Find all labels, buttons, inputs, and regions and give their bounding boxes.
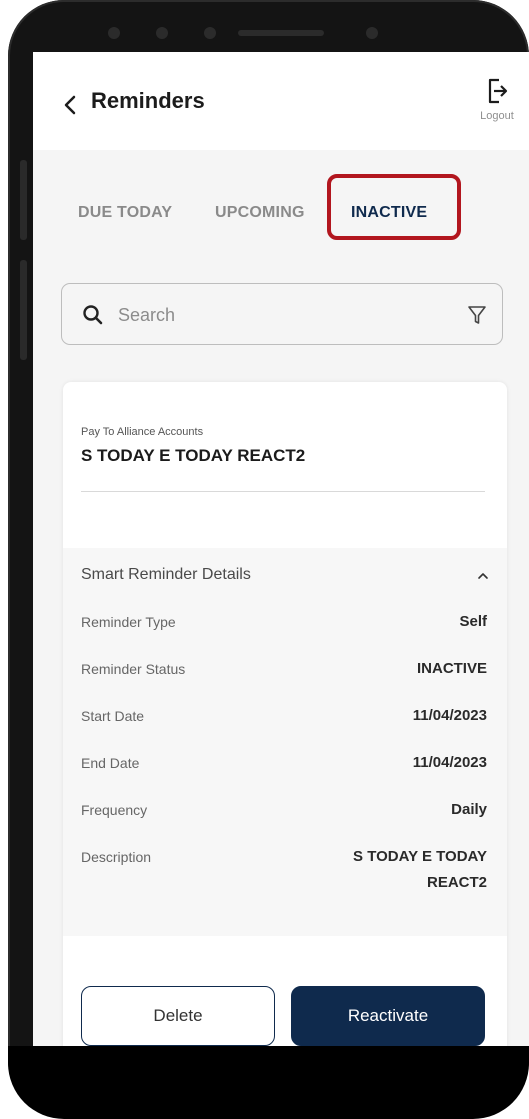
phone-device: Reminders Logout DUE TODAY UPCOMING INAC… bbox=[0, 0, 529, 1119]
logout-label: Logout bbox=[480, 110, 514, 122]
reminder-status-label: Reminder Status bbox=[81, 661, 186, 677]
speaker-grille bbox=[238, 30, 324, 36]
chevron-left-icon bbox=[64, 95, 76, 115]
tab-upcoming[interactable]: UPCOMING bbox=[215, 204, 305, 222]
sensor-dot bbox=[204, 27, 216, 39]
end-date-label: End Date bbox=[81, 755, 140, 771]
back-button[interactable] bbox=[59, 92, 81, 118]
end-date-value: 11/04/2023 bbox=[412, 754, 487, 771]
app-header: Reminders Logout bbox=[33, 52, 529, 150]
reminder-type-value: Self bbox=[459, 613, 487, 630]
description-value-line2: REACT2 bbox=[426, 874, 487, 891]
phone-bottom-bezel bbox=[8, 1046, 529, 1119]
payee-category-label: Pay To Alliance Accounts bbox=[81, 426, 204, 438]
start-date-value: 11/04/2023 bbox=[412, 707, 487, 724]
phone-side-button bbox=[20, 260, 27, 360]
filter-icon[interactable] bbox=[466, 303, 488, 327]
description-value-line1: S TODAY E TODAY bbox=[353, 848, 487, 865]
page-title: Reminders bbox=[91, 88, 205, 113]
front-camera bbox=[366, 27, 378, 39]
collapse-button[interactable] bbox=[473, 566, 493, 586]
reminder-card: Pay To Alliance Accounts S TODAY E TODAY… bbox=[63, 382, 507, 1046]
search-input[interactable] bbox=[116, 294, 450, 336]
tab-due-today[interactable]: DUE TODAY bbox=[78, 204, 172, 222]
reactivate-button[interactable]: Reactivate bbox=[291, 986, 485, 1046]
search-box bbox=[61, 283, 503, 345]
phone-side-button bbox=[20, 160, 27, 240]
delete-button[interactable]: Delete bbox=[81, 986, 275, 1046]
reminder-type-label: Reminder Type bbox=[81, 614, 176, 630]
frequency-value: Daily bbox=[451, 801, 487, 818]
sensor-dot bbox=[156, 27, 168, 39]
card-divider bbox=[81, 491, 485, 492]
start-date-label: Start Date bbox=[81, 708, 145, 724]
reminder-name: S TODAY E TODAY REACT2 bbox=[81, 446, 306, 465]
logout-button[interactable]: Logout bbox=[469, 70, 525, 132]
chevron-up-icon bbox=[478, 573, 488, 579]
app-screen: Reminders Logout DUE TODAY UPCOMING INAC… bbox=[33, 52, 529, 1046]
reminder-status-value: INACTIVE bbox=[416, 660, 487, 677]
search-icon bbox=[83, 305, 103, 325]
camera-dot bbox=[108, 27, 120, 39]
details-title: Smart Reminder Details bbox=[81, 566, 251, 583]
smart-reminder-details: Smart Reminder Details Reminder Type Sel… bbox=[63, 548, 507, 936]
logout-icon bbox=[488, 78, 508, 104]
description-label: Description bbox=[81, 849, 152, 865]
tab-inactive[interactable]: INACTIVE bbox=[351, 204, 427, 222]
frequency-label: Frequency bbox=[81, 802, 148, 818]
